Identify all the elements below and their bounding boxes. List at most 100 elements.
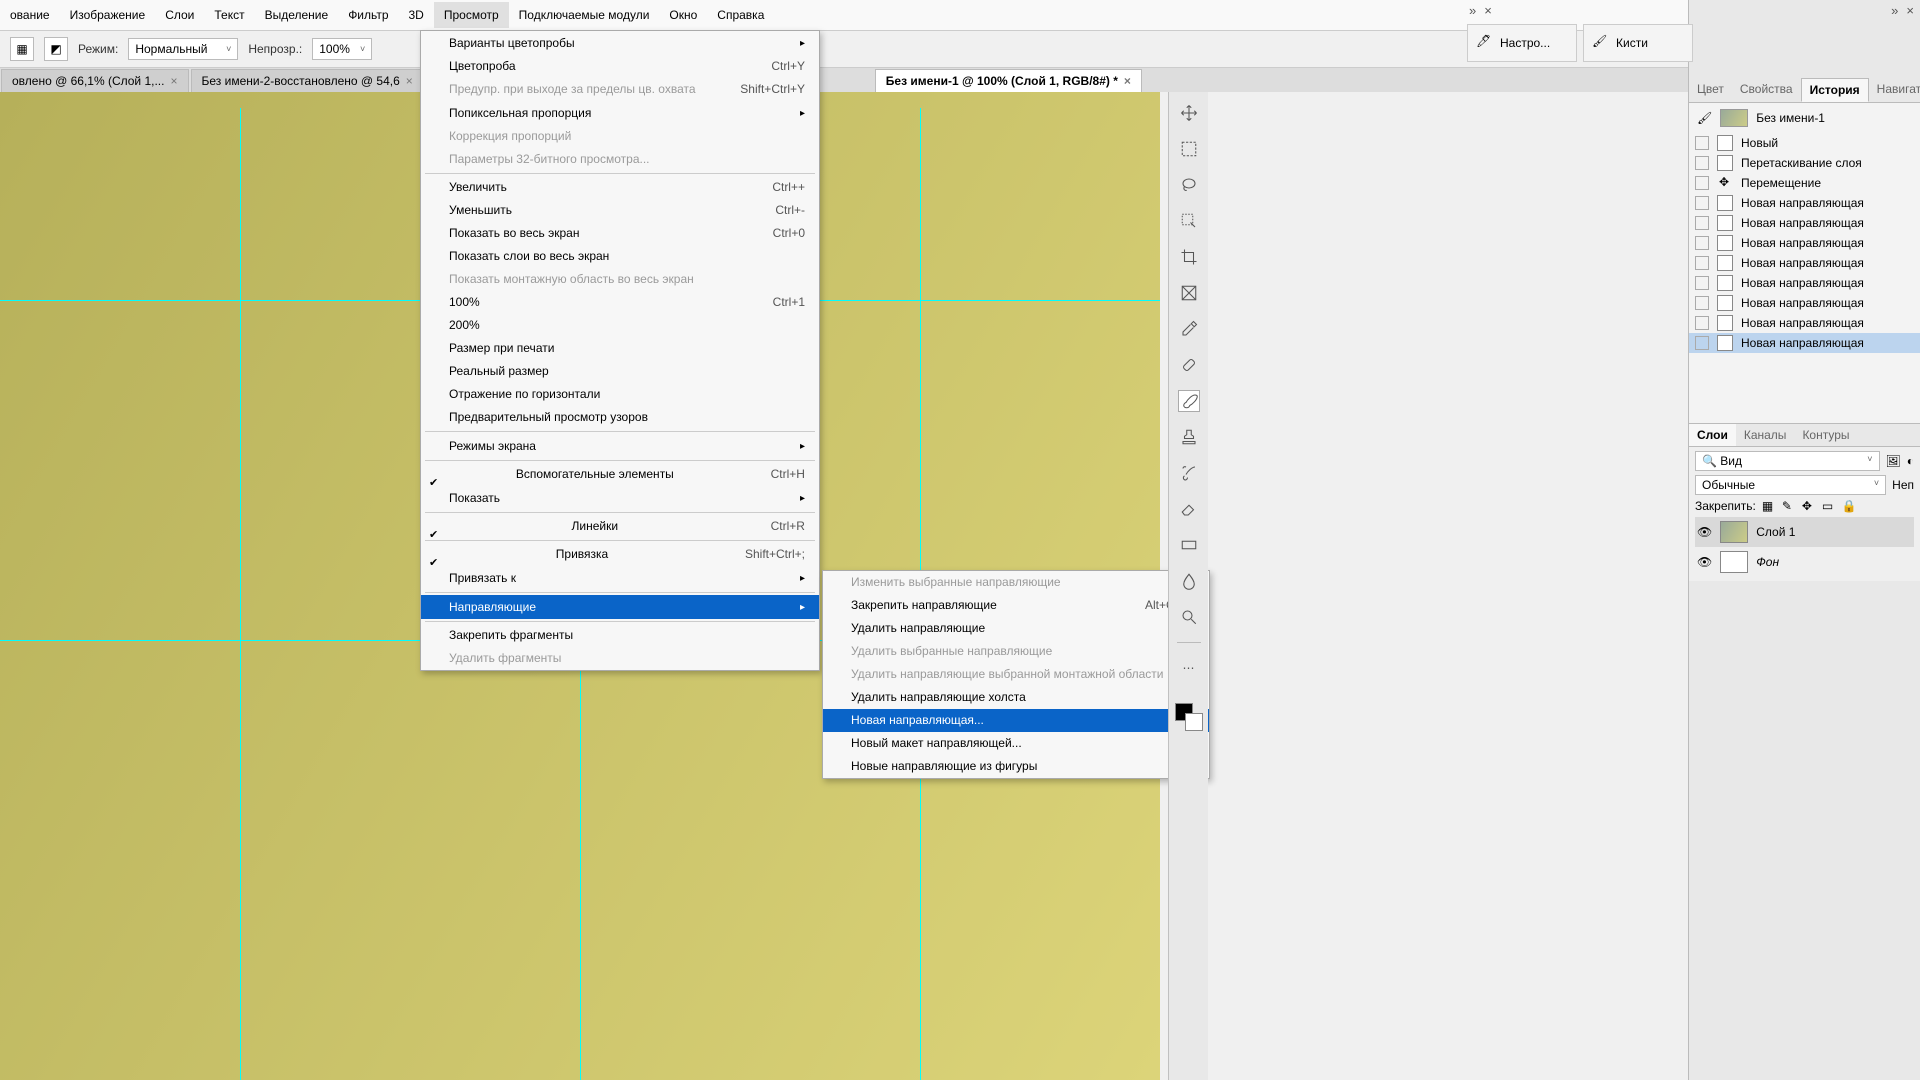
- document-tab[interactable]: овлено @ 66,1% (Слой 1,...×: [1, 69, 189, 92]
- history-checkbox[interactable]: [1695, 336, 1709, 350]
- menu-item[interactable]: Новая направляющая...: [823, 709, 1209, 732]
- menu-ование[interactable]: ование: [0, 2, 60, 28]
- menu-item[interactable]: Закрепить фрагменты: [421, 624, 819, 647]
- tool-icon[interactable]: ◩: [44, 37, 68, 61]
- more-tools-icon[interactable]: ⋯: [1178, 657, 1200, 679]
- history-checkbox[interactable]: [1695, 156, 1709, 170]
- history-document-row[interactable]: 🖌 Без имени-1: [1689, 103, 1920, 133]
- panel-tab-навигатор[interactable]: Навигатор: [1869, 78, 1920, 102]
- move-tool-icon[interactable]: [1178, 102, 1200, 124]
- menu-item[interactable]: 100%Ctrl+1: [421, 291, 819, 314]
- opacity-select[interactable]: 100%: [312, 38, 372, 60]
- history-state[interactable]: Перемещение: [1689, 173, 1920, 193]
- menu-item[interactable]: Показать: [421, 486, 819, 510]
- history-state[interactable]: Новая направляющая: [1689, 333, 1920, 353]
- layer-name[interactable]: Слой 1: [1756, 525, 1795, 539]
- menu-item[interactable]: УвеличитьCtrl++: [421, 176, 819, 199]
- menu-окно[interactable]: Окно: [659, 2, 707, 28]
- marquee-tool-icon[interactable]: [1178, 138, 1200, 160]
- frame-tool-icon[interactable]: [1178, 282, 1200, 304]
- panel-tab-свойства[interactable]: Свойства: [1732, 78, 1801, 102]
- close-tab-icon[interactable]: ×: [1124, 74, 1131, 88]
- history-checkbox[interactable]: [1695, 216, 1709, 230]
- layer-name[interactable]: Фон: [1756, 555, 1779, 569]
- menu-item[interactable]: ЛинейкиCtrl+R: [421, 515, 819, 538]
- menu-выделение[interactable]: Выделение: [255, 2, 339, 28]
- layer-row[interactable]: Слой 1: [1695, 517, 1914, 547]
- history-checkbox[interactable]: [1695, 176, 1709, 190]
- visibility-toggle-icon[interactable]: [1697, 525, 1712, 539]
- foreground-background-colors[interactable]: [1175, 703, 1203, 731]
- lock-position-icon[interactable]: ✥: [1802, 499, 1816, 513]
- lock-all-icon[interactable]: 🔒: [1842, 499, 1856, 513]
- history-state[interactable]: Новая направляющая: [1689, 213, 1920, 233]
- close-icon[interactable]: ×: [1484, 3, 1492, 18]
- crop-tool-icon[interactable]: [1178, 246, 1200, 268]
- lasso-tool-icon[interactable]: [1178, 174, 1200, 196]
- menu-item[interactable]: Закрепить направляющиеAlt+Ctrl+;: [823, 594, 1209, 617]
- close-icon[interactable]: ×: [1906, 3, 1914, 18]
- layer-kind-filter[interactable]: 🔍 Вид: [1695, 451, 1880, 471]
- history-state[interactable]: Перетаскивание слоя: [1689, 153, 1920, 173]
- menu-item[interactable]: 200%: [421, 314, 819, 337]
- document-tab[interactable]: Без имени-1 @ 100% (Слой 1, RGB/8#) *×: [875, 69, 1142, 92]
- panel-tab-история[interactable]: История: [1801, 78, 1869, 102]
- blur-tool-icon[interactable]: [1178, 570, 1200, 592]
- menu-item[interactable]: Размер при печати: [421, 337, 819, 360]
- menu-item[interactable]: Новые направляющие из фигуры: [823, 755, 1209, 778]
- dodge-tool-icon[interactable]: [1178, 606, 1200, 628]
- eyedropper-tool-icon[interactable]: [1178, 318, 1200, 340]
- eraser-tool-icon[interactable]: [1178, 498, 1200, 520]
- menu-подключаемые модули[interactable]: Подключаемые модули: [509, 2, 660, 28]
- menu-item[interactable]: Направляющие: [421, 595, 819, 619]
- menu-item[interactable]: ЦветопробаCtrl+Y: [421, 55, 819, 78]
- stamp-tool-icon[interactable]: [1178, 426, 1200, 448]
- menu-item[interactable]: Удалить направляющие: [823, 617, 1209, 640]
- menu-item[interactable]: Удалить направляющие холста: [823, 686, 1209, 709]
- menu-item[interactable]: Отражение по горизонтали: [421, 383, 819, 406]
- history-state[interactable]: Новая направляющая: [1689, 253, 1920, 273]
- history-checkbox[interactable]: [1695, 256, 1709, 270]
- close-tab-icon[interactable]: ×: [170, 74, 177, 88]
- lock-brush-icon[interactable]: ✎: [1782, 499, 1796, 513]
- close-tab-icon[interactable]: ×: [406, 74, 413, 88]
- layer-tab-слои[interactable]: Слои: [1689, 424, 1736, 446]
- tool-preset-icon[interactable]: ▦: [10, 37, 34, 61]
- history-state[interactable]: Новая направляющая: [1689, 193, 1920, 213]
- healing-tool-icon[interactable]: [1178, 354, 1200, 376]
- history-brush-tool-icon[interactable]: [1178, 462, 1200, 484]
- history-checkbox[interactable]: [1695, 276, 1709, 290]
- menu-item[interactable]: Показать во весь экранCtrl+0: [421, 222, 819, 245]
- menu-текст[interactable]: Текст: [204, 2, 254, 28]
- guides-submenu[interactable]: Изменить выбранные направляющиеЗакрепить…: [822, 570, 1210, 779]
- layer-thumbnail[interactable]: [1720, 551, 1748, 573]
- menu-item[interactable]: Вспомогательные элементыCtrl+H: [421, 463, 819, 486]
- history-state[interactable]: Новый: [1689, 133, 1920, 153]
- filter-image-icon[interactable]: 🖼: [1886, 454, 1901, 468]
- gradient-tool-icon[interactable]: [1178, 534, 1200, 556]
- mode-select[interactable]: Нормальный: [128, 38, 238, 60]
- history-state[interactable]: Новая направляющая: [1689, 233, 1920, 253]
- layer-thumbnail[interactable]: [1720, 521, 1748, 543]
- history-state[interactable]: Новая направляющая: [1689, 273, 1920, 293]
- history-checkbox[interactable]: [1695, 196, 1709, 210]
- menu-фильтр[interactable]: Фильтр: [338, 2, 398, 28]
- menu-item[interactable]: Реальный размер: [421, 360, 819, 383]
- adjustments-button[interactable]: 🖊 Настро...: [1467, 24, 1577, 62]
- visibility-toggle-icon[interactable]: [1697, 555, 1712, 569]
- history-checkbox[interactable]: [1695, 136, 1709, 150]
- filter-adjust-icon[interactable]: ◐: [1907, 454, 1914, 468]
- menu-item[interactable]: УменьшитьCtrl+-: [421, 199, 819, 222]
- menu-item[interactable]: Варианты цветопробы: [421, 31, 819, 55]
- menu-3d[interactable]: 3D: [399, 2, 434, 28]
- menu-справка[interactable]: Справка: [707, 2, 774, 28]
- document-tab[interactable]: Без имени-2-восстановлено @ 54,6×: [191, 69, 424, 92]
- guide-vertical[interactable]: [240, 108, 241, 1080]
- history-checkbox[interactable]: [1695, 236, 1709, 250]
- menu-item[interactable]: Попиксельная пропорция: [421, 101, 819, 125]
- collapse-icon[interactable]: »: [1469, 3, 1476, 18]
- selection-tool-icon[interactable]: [1178, 210, 1200, 232]
- layer-tab-контуры[interactable]: Контуры: [1794, 424, 1857, 446]
- lock-artboard-icon[interactable]: ▭: [1822, 499, 1836, 513]
- history-checkbox[interactable]: [1695, 316, 1709, 330]
